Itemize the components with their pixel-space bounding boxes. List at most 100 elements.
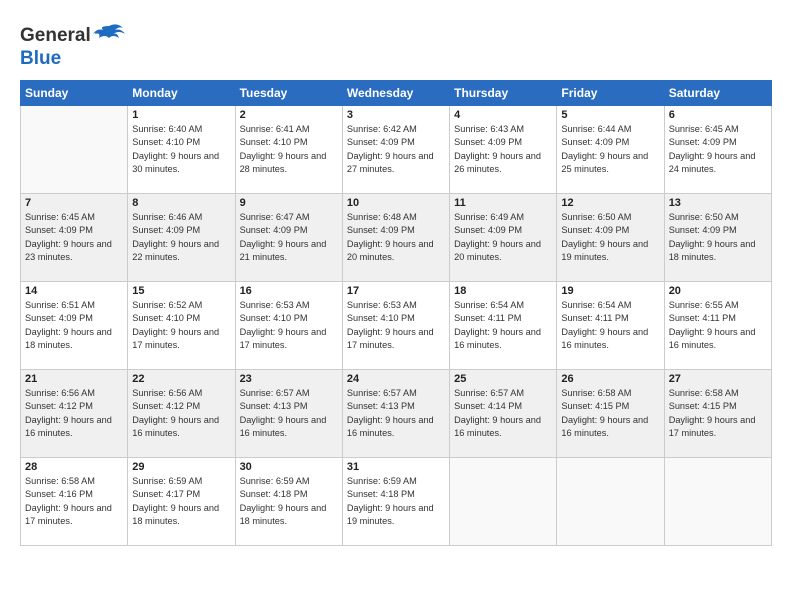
weekday-wednesday: Wednesday: [342, 81, 449, 106]
day-info: Sunrise: 6:53 AMSunset: 4:10 PMDaylight:…: [347, 299, 445, 352]
day-number: 14: [25, 285, 123, 297]
day-number: 5: [561, 109, 659, 121]
day-number: 12: [561, 197, 659, 209]
day-number: 6: [669, 109, 767, 121]
day-number: 19: [561, 285, 659, 297]
day-cell: 13Sunrise: 6:50 AMSunset: 4:09 PMDayligh…: [664, 194, 771, 282]
day-number: 29: [132, 461, 230, 473]
day-info: Sunrise: 6:58 AMSunset: 4:15 PMDaylight:…: [561, 387, 659, 440]
weekday-tuesday: Tuesday: [235, 81, 342, 106]
day-info: Sunrise: 6:59 AMSunset: 4:17 PMDaylight:…: [132, 475, 230, 528]
day-cell: 14 Sunrise: 6:51 AMSunset: 4:09 PMDayligh…: [21, 282, 128, 370]
day-info: Sunrise: 6:48 AMSunset: 4:09 PMDaylight:…: [347, 211, 445, 264]
calendar-table: SundayMondayTuesdayWednesdayThursdayFrid…: [20, 80, 772, 546]
day-number: 18: [454, 285, 552, 297]
logo-blue: Blue: [20, 48, 61, 70]
day-cell: 12 Sunrise: 6:50 AMSunset: 4:09 PMDayligh…: [557, 194, 664, 282]
weekday-header-row: SundayMondayTuesdayWednesdayThursdayFrid…: [21, 81, 772, 106]
day-number: 23: [240, 373, 338, 385]
day-info: Sunrise: 6:45 AMSunset: 4:09 PMDaylight:…: [669, 123, 767, 176]
week-row-1: 1Sunrise: 6:40 AMSunset: 4:10 PMDaylight…: [21, 106, 772, 194]
day-cell: 21 Sunrise: 6:56 AMSunset: 4:12 PMDayligh…: [21, 370, 128, 458]
day-cell: 3Sunrise: 6:42 AMSunset: 4:09 PMDaylight…: [342, 106, 449, 194]
week-row-3: 14 Sunrise: 6:51 AMSunset: 4:09 PMDayligh…: [21, 282, 772, 370]
day-info: Sunrise: 6:43 AMSunset: 4:09 PMDaylight:…: [454, 123, 552, 176]
day-info: Sunrise: 6:45 AMSunset: 4:09 PMDaylight:…: [25, 211, 123, 264]
day-number: 4: [454, 109, 552, 121]
day-cell: 15 Sunrise: 6:52 AMSunset: 4:10 PMDayligh…: [128, 282, 235, 370]
day-cell: 20 Sunrise: 6:55 AMSunset: 4:11 PMDayligh…: [664, 282, 771, 370]
day-cell: 7 Sunrise: 6:45 AMSunset: 4:09 PMDaylight…: [21, 194, 128, 282]
day-info: Sunrise: 6:57 AMSunset: 4:14 PMDaylight:…: [454, 387, 552, 440]
day-number: 30: [240, 461, 338, 473]
day-cell: 25 Sunrise: 6:57 AMSunset: 4:14 PMDayligh…: [450, 370, 557, 458]
day-info: Sunrise: 6:49 AMSunset: 4:09 PMDaylight:…: [454, 211, 552, 264]
weekday-sunday: Sunday: [21, 81, 128, 106]
day-cell: 8Sunrise: 6:46 AMSunset: 4:09 PMDaylight…: [128, 194, 235, 282]
day-number: 25: [454, 373, 552, 385]
day-cell: 17 Sunrise: 6:53 AMSunset: 4:10 PMDayligh…: [342, 282, 449, 370]
day-number: 22: [132, 373, 230, 385]
logo-bird-icon: [91, 18, 127, 54]
day-number: 31: [347, 461, 445, 473]
day-info: Sunrise: 6:41 AMSunset: 4:10 PMDaylight:…: [240, 123, 338, 176]
day-cell: 22 Sunrise: 6:56 AMSunset: 4:12 PMDayligh…: [128, 370, 235, 458]
day-cell: [21, 106, 128, 194]
day-info: Sunrise: 6:51 AMSunset: 4:09 PMDaylight:…: [25, 299, 123, 352]
day-cell: 23 Sunrise: 6:57 AMSunset: 4:13 PMDayligh…: [235, 370, 342, 458]
day-cell: 4 Sunrise: 6:43 AMSunset: 4:09 PMDaylight…: [450, 106, 557, 194]
week-row-4: 21 Sunrise: 6:56 AMSunset: 4:12 PMDayligh…: [21, 370, 772, 458]
day-info: Sunrise: 6:57 AMSunset: 4:13 PMDaylight:…: [347, 387, 445, 440]
day-cell: 9 Sunrise: 6:47 AMSunset: 4:09 PMDaylight…: [235, 194, 342, 282]
logo: General Blue: [20, 18, 127, 70]
day-number: 15: [132, 285, 230, 297]
day-number: 17: [347, 285, 445, 297]
day-cell: 24 Sunrise: 6:57 AMSunset: 4:13 PMDayligh…: [342, 370, 449, 458]
day-number: 21: [25, 373, 123, 385]
day-info: Sunrise: 6:54 AMSunset: 4:11 PMDaylight:…: [454, 299, 552, 352]
header: General Blue: [20, 18, 772, 70]
day-cell: 11 Sunrise: 6:49 AMSunset: 4:09 PMDayligh…: [450, 194, 557, 282]
day-info: Sunrise: 6:56 AMSunset: 4:12 PMDaylight:…: [132, 387, 230, 440]
day-cell: 30Sunrise: 6:59 AMSunset: 4:18 PMDayligh…: [235, 458, 342, 546]
day-number: 9: [240, 197, 338, 209]
day-info: Sunrise: 6:50 AMSunset: 4:09 PMDaylight:…: [561, 211, 659, 264]
day-info: Sunrise: 6:57 AMSunset: 4:13 PMDaylight:…: [240, 387, 338, 440]
day-number: 26: [561, 373, 659, 385]
day-number: 13: [669, 197, 767, 209]
day-info: Sunrise: 6:47 AMSunset: 4:09 PMDaylight:…: [240, 211, 338, 264]
day-number: 8: [132, 197, 230, 209]
day-cell: 6 Sunrise: 6:45 AMSunset: 4:09 PMDaylight…: [664, 106, 771, 194]
page: General Blue SundayMondayTuesdayWednesda…: [0, 0, 792, 612]
day-cell: 10 Sunrise: 6:48 AMSunset: 4:09 PMDayligh…: [342, 194, 449, 282]
weekday-thursday: Thursday: [450, 81, 557, 106]
day-number: 20: [669, 285, 767, 297]
day-cell: 31Sunrise: 6:59 AMSunset: 4:18 PMDayligh…: [342, 458, 449, 546]
day-info: Sunrise: 6:53 AMSunset: 4:10 PMDaylight:…: [240, 299, 338, 352]
day-cell: 26 Sunrise: 6:58 AMSunset: 4:15 PMDayligh…: [557, 370, 664, 458]
day-number: 10: [347, 197, 445, 209]
day-cell: 1Sunrise: 6:40 AMSunset: 4:10 PMDaylight…: [128, 106, 235, 194]
day-cell: [557, 458, 664, 546]
day-info: Sunrise: 6:58 AMSunset: 4:16 PMDaylight:…: [25, 475, 123, 528]
day-number: 2: [240, 109, 338, 121]
day-info: Sunrise: 6:56 AMSunset: 4:12 PMDaylight:…: [25, 387, 123, 440]
day-number: 28: [25, 461, 123, 473]
day-number: 11: [454, 197, 552, 209]
day-info: Sunrise: 6:52 AMSunset: 4:10 PMDaylight:…: [132, 299, 230, 352]
day-cell: 27Sunrise: 6:58 AMSunset: 4:15 PMDayligh…: [664, 370, 771, 458]
day-info: Sunrise: 6:54 AMSunset: 4:11 PMDaylight:…: [561, 299, 659, 352]
day-cell: 29 Sunrise: 6:59 AMSunset: 4:17 PMDayligh…: [128, 458, 235, 546]
day-number: 7: [25, 197, 123, 209]
week-row-5: 28 Sunrise: 6:58 AMSunset: 4:16 PMDayligh…: [21, 458, 772, 546]
day-info: Sunrise: 6:40 AMSunset: 4:10 PMDaylight:…: [132, 123, 230, 176]
day-number: 24: [347, 373, 445, 385]
day-info: Sunrise: 6:55 AMSunset: 4:11 PMDaylight:…: [669, 299, 767, 352]
day-cell: 5 Sunrise: 6:44 AMSunset: 4:09 PMDaylight…: [557, 106, 664, 194]
day-info: Sunrise: 6:44 AMSunset: 4:09 PMDaylight:…: [561, 123, 659, 176]
day-number: 16: [240, 285, 338, 297]
day-number: 27: [669, 373, 767, 385]
weekday-saturday: Saturday: [664, 81, 771, 106]
logo-general: General: [20, 25, 91, 47]
day-cell: 28 Sunrise: 6:58 AMSunset: 4:16 PMDayligh…: [21, 458, 128, 546]
